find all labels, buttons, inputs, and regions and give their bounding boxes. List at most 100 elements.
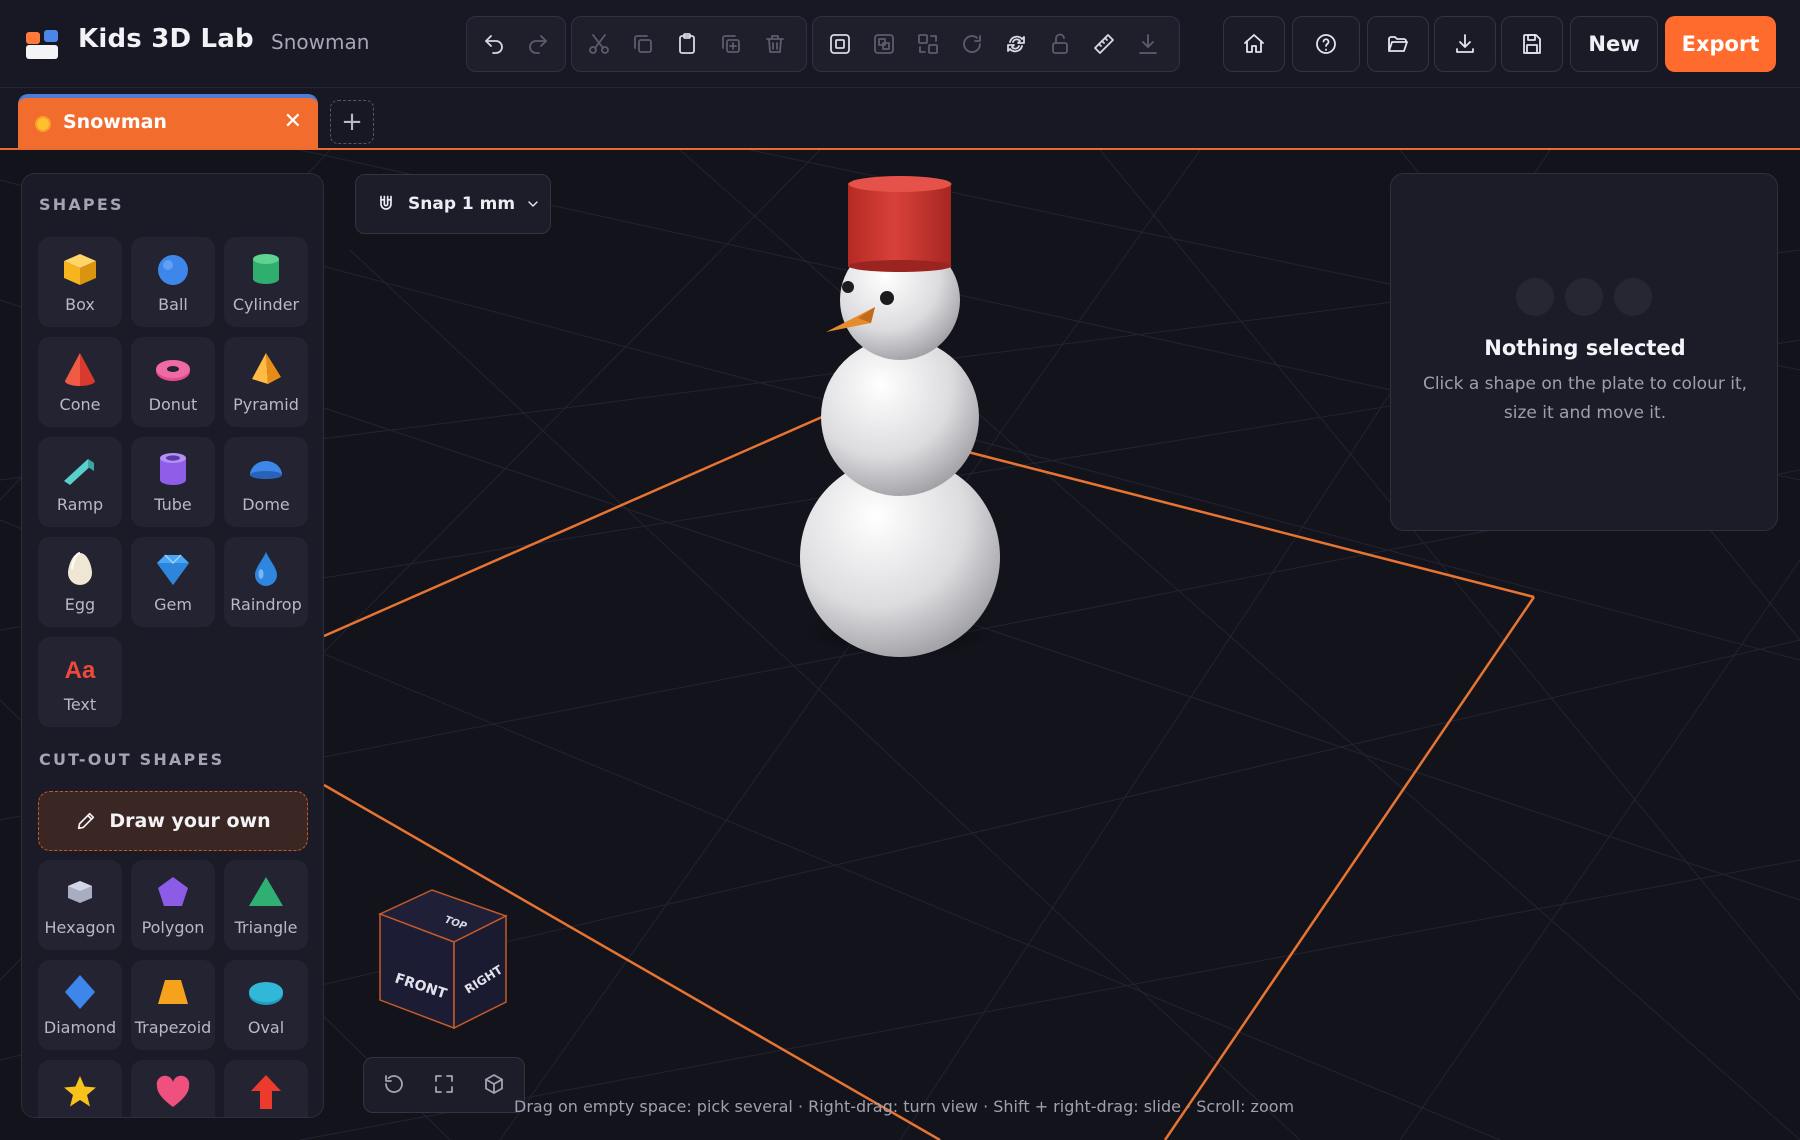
shape-raindrop[interactable]: Raindrop	[224, 537, 308, 627]
snowman-model[interactable]	[800, 176, 1000, 660]
egg-icon	[68, 552, 92, 585]
shapes-section-title: SHAPES	[39, 195, 124, 214]
document-title[interactable]: Snowman	[271, 30, 369, 54]
draw-your-own-label: Draw your own	[109, 810, 271, 832]
paste-icon[interactable]	[668, 25, 706, 63]
shape-box[interactable]: Box	[38, 237, 122, 327]
copy-icon[interactable]	[624, 25, 662, 63]
cutout-diamond[interactable]: Diamond	[38, 960, 122, 1050]
shape-egg[interactable]: Egg	[38, 537, 122, 627]
shape-label: Cone	[59, 395, 101, 414]
rotate-icon[interactable]	[953, 25, 991, 63]
shape-label: Trapezoid	[134, 1018, 212, 1037]
shape-tube[interactable]: Tube	[131, 437, 215, 527]
shape-label: Raindrop	[230, 595, 302, 614]
cutout-trapezoid[interactable]: Trapezoid	[131, 960, 215, 1050]
tab-label: Snowman	[63, 111, 167, 133]
download-button[interactable]	[1434, 16, 1496, 72]
new-button[interactable]: New	[1570, 16, 1658, 72]
arrow-icon	[251, 1075, 281, 1109]
shape-label: Ball	[158, 295, 188, 314]
align-icon[interactable]	[909, 25, 947, 63]
shape-label: Pyramid	[233, 395, 299, 414]
app-title: Kids 3D Lab	[78, 24, 254, 54]
shape-ball[interactable]: Ball	[131, 237, 215, 327]
drop-to-plate-icon[interactable]	[1129, 25, 1167, 63]
cylinder-icon	[253, 254, 279, 284]
draw-your-own-button[interactable]: Draw your own	[38, 791, 308, 851]
shape-text[interactable]: Aa Text	[38, 637, 122, 727]
donut-icon	[156, 360, 190, 381]
shape-dome[interactable]: Dome	[224, 437, 308, 527]
diamond-icon	[65, 975, 95, 1009]
help-button[interactable]	[1292, 16, 1360, 72]
raindrop-icon	[255, 552, 277, 586]
cutout-arrow[interactable]	[224, 1060, 308, 1117]
shape-label: Oval	[247, 1018, 285, 1037]
shape-cone[interactable]: Cone	[38, 337, 122, 427]
properties-description: Click a shape on the plate to colour it,…	[1422, 374, 1748, 423]
shape-label: Polygon	[141, 918, 205, 937]
box-icon	[64, 254, 96, 285]
undo-icon[interactable]	[475, 25, 513, 63]
add-tab-button[interactable]: +	[330, 100, 374, 144]
pencil-icon	[78, 812, 95, 830]
open-folder-icon	[1388, 36, 1408, 52]
cut-icon[interactable]	[580, 25, 618, 63]
shape-pyramid[interactable]: Pyramid	[224, 337, 308, 427]
open-button[interactable]	[1367, 16, 1429, 72]
export-button[interactable]: Export	[1665, 16, 1776, 72]
fit-view-icon[interactable]	[432, 1072, 460, 1100]
polygon-icon	[158, 877, 188, 906]
redo-icon[interactable]	[519, 25, 557, 63]
cutout-hexagon[interactable]: Hexagon	[38, 860, 122, 950]
tab-close-icon[interactable]: ✕	[284, 109, 302, 134]
dome-icon	[250, 461, 282, 479]
shape-label: Cylinder	[232, 295, 300, 314]
save-button[interactable]	[1501, 16, 1563, 72]
save-icon	[1523, 34, 1541, 54]
cutout-triangle[interactable]: Triangle	[224, 860, 308, 950]
shape-label: Hexagon	[44, 918, 116, 937]
view-controls	[363, 1057, 525, 1113]
properties-title: Nothing selected	[1484, 336, 1686, 360]
shape-label: Ramp	[56, 495, 104, 514]
shape-cylinder[interactable]: Cylinder	[224, 237, 308, 327]
shape-library-panel: SHAPES Box Ball Cylinder Cone Donut Pyra…	[21, 173, 324, 1118]
cone-icon	[65, 353, 95, 386]
arrange-toolbar	[812, 16, 1180, 72]
top-bar: Kids 3D Lab Snowman New Export	[0, 0, 1800, 88]
cutout-oval[interactable]: Oval	[224, 960, 308, 1050]
trapezoid-icon	[158, 980, 188, 1004]
home-button[interactable]	[1223, 16, 1285, 72]
shape-label: Diamond	[43, 1018, 117, 1037]
cutout-star[interactable]	[38, 1060, 122, 1117]
heart-icon	[156, 1075, 190, 1107]
group-icon[interactable]	[821, 25, 859, 63]
lock-icon[interactable]	[1041, 25, 1079, 63]
star-icon	[64, 1076, 96, 1107]
shape-ramp[interactable]: Ramp	[38, 437, 122, 527]
ungroup-icon[interactable]	[865, 25, 903, 63]
shape-donut[interactable]: Donut	[131, 337, 215, 427]
chevron-down-icon	[528, 201, 538, 207]
snap-dropdown[interactable]: Snap 1 mm	[355, 174, 551, 234]
history-toolbar	[466, 16, 566, 72]
tab-snowman[interactable]: Snowman ✕	[18, 94, 318, 148]
reset-view-icon[interactable]	[382, 1072, 410, 1100]
shape-gem[interactable]: Gem	[131, 537, 215, 627]
magnet-icon	[380, 195, 392, 210]
duplicate-icon[interactable]	[712, 25, 750, 63]
shape-label: Donut	[148, 395, 198, 414]
pyramid-icon	[252, 353, 281, 384]
cutout-polygon[interactable]: Polygon	[131, 860, 215, 950]
view-cube[interactable]: TOP FRONT RIGHT	[372, 884, 512, 1034]
help-icon	[1316, 34, 1336, 54]
ramp-icon	[64, 459, 94, 485]
flip-icon[interactable]	[997, 25, 1035, 63]
svg-text:Aa: Aa	[65, 657, 96, 684]
ruler-icon[interactable]	[1085, 25, 1123, 63]
cutout-heart[interactable]	[131, 1060, 215, 1117]
perspective-icon[interactable]	[482, 1072, 510, 1100]
delete-icon[interactable]	[756, 25, 794, 63]
